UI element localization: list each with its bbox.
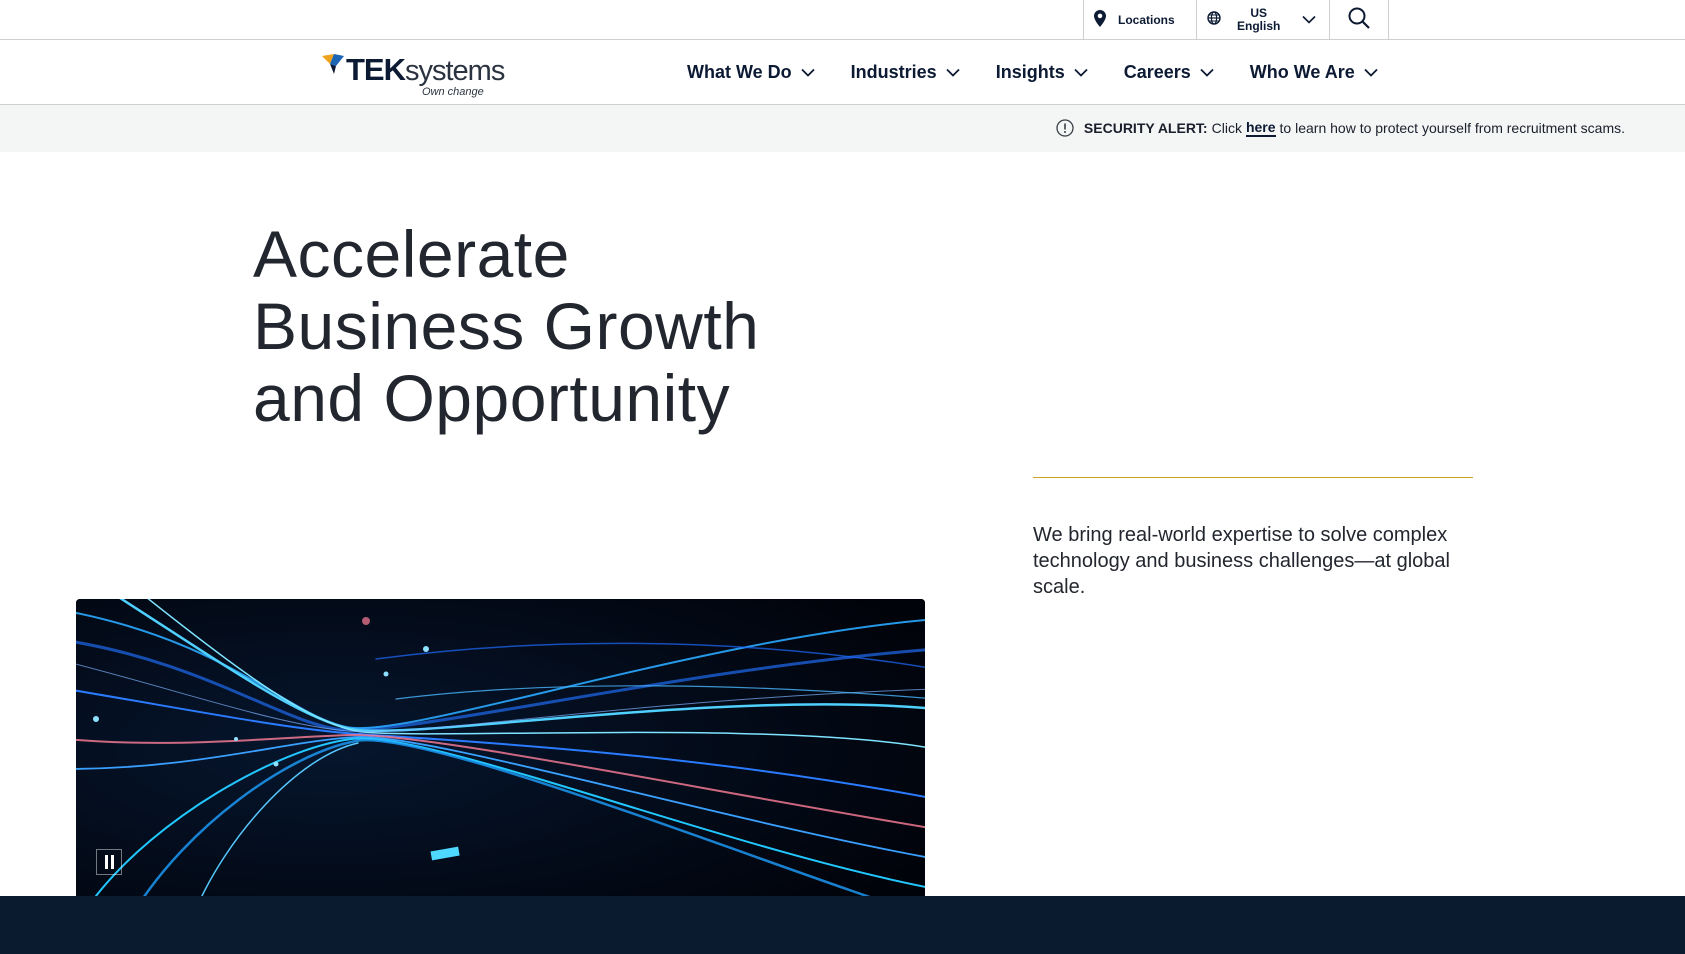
utility-bar: Locations US English [0, 0, 1685, 40]
globe-icon [1207, 11, 1221, 28]
hero-title: Accelerate Business Growth and Opportuni… [253, 217, 760, 435]
nav-item-label: Careers [1123, 61, 1191, 82]
nav-item-label: Insights [995, 61, 1065, 82]
search-button[interactable] [1329, 0, 1389, 39]
pause-icon-bar [110, 855, 114, 869]
region-label: US [1250, 5, 1267, 20]
main-navigation: TEKsystems Own change What We Do Industr… [0, 40, 1685, 105]
divider [1033, 477, 1473, 478]
nav-menu: What We Do Industries Insights Careers W… [687, 40, 1414, 104]
light-streaks-graphic [76, 599, 925, 896]
language-selector[interactable]: US English [1196, 0, 1330, 39]
security-alert: SECURITY ALERT: Click here to learn how … [1056, 119, 1625, 137]
search-icon [1347, 6, 1371, 33]
chevron-down-icon [1364, 68, 1378, 77]
logo-brand-light: systems [405, 55, 505, 87]
security-alert-text-after: to learn how to protect yourself from re… [1279, 120, 1625, 136]
dark-section-band [0, 896, 1685, 954]
exclamation-circle-icon [1056, 119, 1074, 137]
nav-item-what-we-do[interactable]: What We Do [687, 62, 815, 83]
hero-subtitle: We bring real-world expertise to solve c… [1033, 524, 1450, 598]
logo-wordmark: TEKsystems [346, 52, 505, 88]
nav-item-who-we-are[interactable]: Who We Are [1250, 62, 1378, 83]
language-value: US English [1237, 5, 1281, 33]
tek-systems-logo[interactable]: TEKsystems Own change [320, 48, 505, 98]
language-label: English [1237, 18, 1281, 33]
chevron-down-icon [1302, 13, 1316, 27]
nav-item-careers[interactable]: Careers [1124, 62, 1214, 83]
locations-link[interactable]: Locations [1083, 0, 1196, 39]
pause-icon-bar [104, 855, 108, 869]
security-alert-link[interactable]: here [1245, 119, 1276, 137]
chevron-down-icon [1074, 68, 1088, 77]
pause-button[interactable] [96, 849, 122, 875]
chevron-down-icon [946, 68, 960, 77]
logo-brand-bold: TEK [346, 52, 406, 87]
map-pin-icon [1094, 9, 1106, 30]
security-alert-heading: SECURITY ALERT: [1083, 120, 1208, 136]
nav-item-industries[interactable]: Industries [851, 62, 960, 83]
hero-video [76, 599, 925, 896]
chevron-down-icon [1200, 68, 1214, 77]
security-alert-bar: SECURITY ALERT: Click here to learn how … [0, 105, 1685, 152]
chevron-down-icon [801, 68, 815, 77]
security-alert-text-before: Click [1211, 120, 1242, 136]
logo-mark-icon [322, 54, 344, 81]
nav-item-label: Industries [850, 61, 937, 82]
locations-label: Locations [1118, 12, 1175, 27]
nav-item-insights[interactable]: Insights [996, 62, 1088, 83]
nav-item-label: Who We Are [1249, 61, 1355, 82]
nav-item-label: What We Do [687, 61, 792, 82]
logo-tagline: Own change [422, 86, 484, 98]
